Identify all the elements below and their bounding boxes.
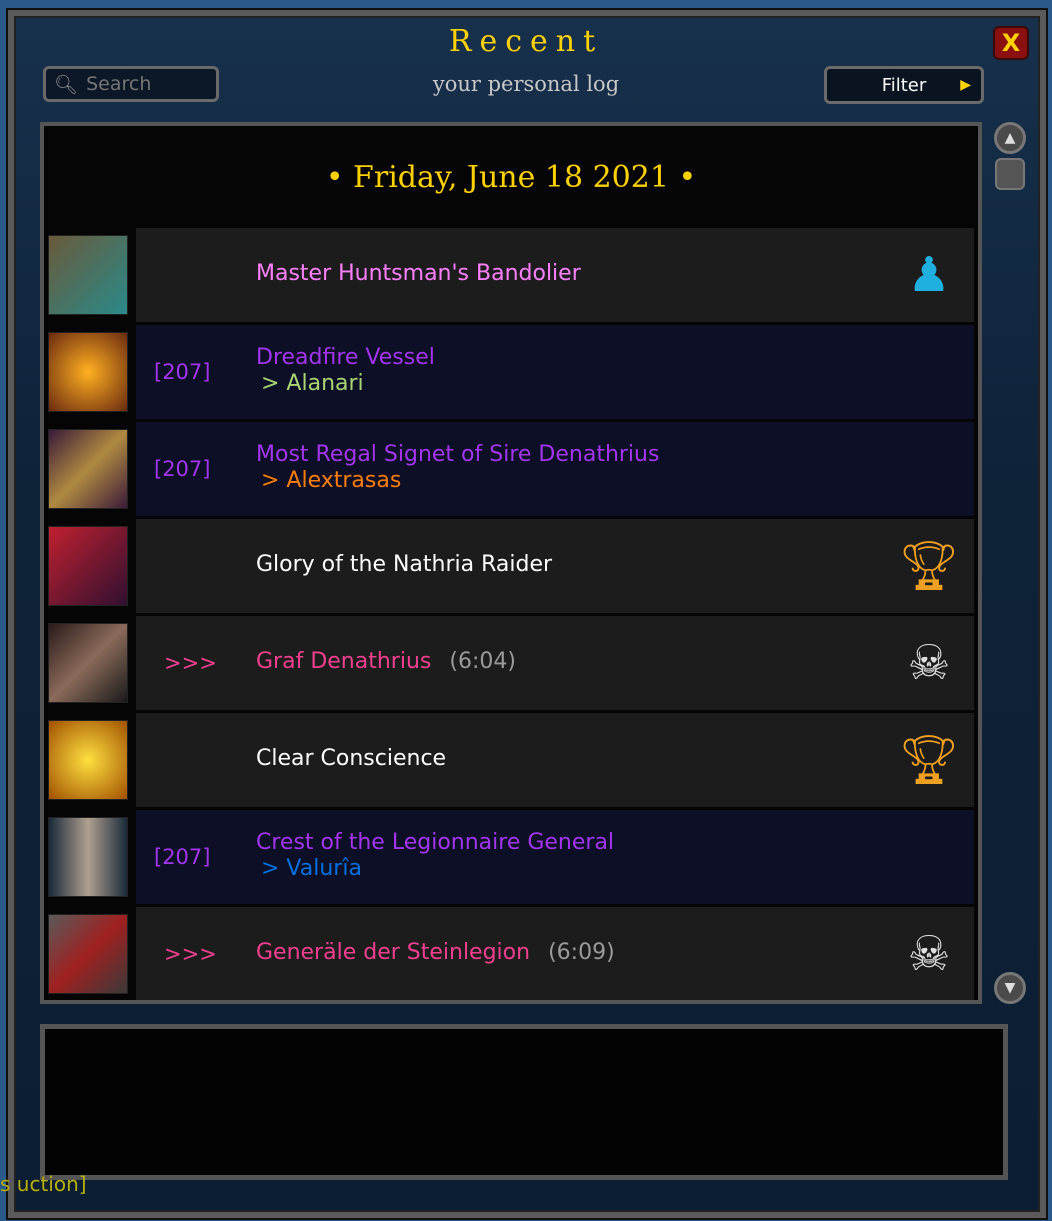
kill-time: (6:04) bbox=[449, 649, 516, 674]
search-icon: 🔍︎ bbox=[54, 73, 79, 96]
entry-name[interactable]: Master Huntsman's Bandolier bbox=[256, 261, 581, 286]
item-level: [207] bbox=[154, 457, 211, 481]
close-button[interactable]: X bbox=[993, 26, 1029, 60]
boss-marker: >>> bbox=[164, 942, 217, 966]
entry-name[interactable]: Most Regal Signet of Sire Denathrius bbox=[256, 442, 659, 467]
recipient: > Alextrasas bbox=[261, 468, 402, 493]
log-entry[interactable]: Glory of the Nathria Raider 🏆︎ bbox=[46, 519, 974, 613]
log-entry[interactable]: [207] Dreadfire Vessel > Alanari bbox=[46, 325, 974, 419]
entry-name-text: Master Huntsman's Bandolier bbox=[256, 261, 581, 286]
entry-thumbnail-icon[interactable] bbox=[48, 817, 128, 897]
entry-name[interactable]: Crest of the Legionnaire General bbox=[256, 830, 614, 855]
log-entry[interactable]: [207] Crest of the Legionnaire General >… bbox=[46, 810, 974, 904]
entry-thumbnail-icon[interactable] bbox=[48, 623, 128, 703]
scroll-down-button[interactable]: ▼ bbox=[994, 972, 1026, 1004]
entry-name[interactable]: Clear Conscience bbox=[256, 746, 446, 771]
search-input[interactable] bbox=[86, 73, 207, 95]
entry-name-text: Graf Denathrius bbox=[256, 649, 432, 674]
skull-crossbones-icon: ☠ bbox=[907, 926, 951, 982]
entry-name[interactable]: Dreadfire Vessel bbox=[256, 345, 435, 370]
entry-name-text: Generäle der Steinlegion bbox=[256, 940, 531, 965]
arrow-right-icon: ▶ bbox=[960, 77, 971, 93]
entry-thumbnail-icon[interactable] bbox=[48, 332, 128, 412]
trophy-icon: 🏆︎ bbox=[898, 732, 960, 788]
entry-name-text: Glory of the Nathria Raider bbox=[256, 552, 553, 577]
item-level: [207] bbox=[154, 845, 211, 869]
recipient: > Valurîa bbox=[261, 856, 362, 881]
filter-button[interactable]: Filter ▶ bbox=[824, 66, 984, 104]
entry-thumbnail-icon[interactable] bbox=[48, 429, 128, 509]
entry-name[interactable]: Glory of the Nathria Raider bbox=[256, 552, 552, 577]
detail-panel bbox=[40, 1024, 1008, 1180]
entry-thumbnail-icon[interactable] bbox=[48, 720, 128, 800]
log-entry[interactable]: >>> Generäle der Steinlegion (6:09) ☠ bbox=[46, 907, 974, 1000]
window-title: Recent bbox=[448, 24, 604, 59]
scroll-thumb[interactable] bbox=[995, 158, 1025, 190]
date-header: • Friday, June 18 2021 • bbox=[325, 160, 697, 195]
search-box[interactable]: 🔍︎ bbox=[43, 66, 219, 102]
entry-name[interactable]: Graf Denathrius (6:04) bbox=[256, 649, 516, 674]
mannequin-icon: ♟ bbox=[907, 247, 951, 303]
log-entry[interactable]: [207] Most Regal Signet of Sire Denathri… bbox=[46, 422, 974, 516]
skull-crossbones-icon: ☠ bbox=[907, 635, 951, 691]
filter-label: Filter bbox=[881, 74, 927, 96]
log-list: • Friday, June 18 2021 • Master Huntsman… bbox=[40, 122, 982, 1004]
entry-thumbnail-icon[interactable] bbox=[48, 526, 128, 606]
entry-name-text: Crest of the Legionnaire General bbox=[256, 830, 615, 855]
scrollbar[interactable]: ▲ ▼ bbox=[990, 120, 1030, 1006]
entry-name-text: Dreadfire Vessel bbox=[256, 345, 435, 370]
kill-time: (6:09) bbox=[548, 940, 615, 965]
item-level: [207] bbox=[154, 360, 211, 384]
trophy-icon: 🏆︎ bbox=[898, 538, 960, 594]
scroll-up-button[interactable]: ▲ bbox=[994, 122, 1026, 154]
boss-marker: >>> bbox=[164, 651, 217, 675]
entry-thumbnail-icon[interactable] bbox=[48, 235, 128, 315]
entry-name-text: Most Regal Signet of Sire Denathrius bbox=[256, 442, 660, 467]
entry-name[interactable]: Generäle der Steinlegion (6:09) bbox=[256, 940, 615, 965]
entry-thumbnail-icon[interactable] bbox=[48, 914, 128, 994]
log-entry[interactable]: Clear Conscience 🏆︎ bbox=[46, 713, 974, 807]
log-entry[interactable]: Master Huntsman's Bandolier ♟ bbox=[46, 228, 974, 322]
background-text-fragment: s uction] bbox=[0, 1172, 87, 1196]
entry-name-text: Clear Conscience bbox=[256, 746, 447, 771]
log-entry[interactable]: >>> Graf Denathrius (6:04) ☠ bbox=[46, 616, 974, 710]
recipient: > Alanari bbox=[261, 371, 364, 396]
